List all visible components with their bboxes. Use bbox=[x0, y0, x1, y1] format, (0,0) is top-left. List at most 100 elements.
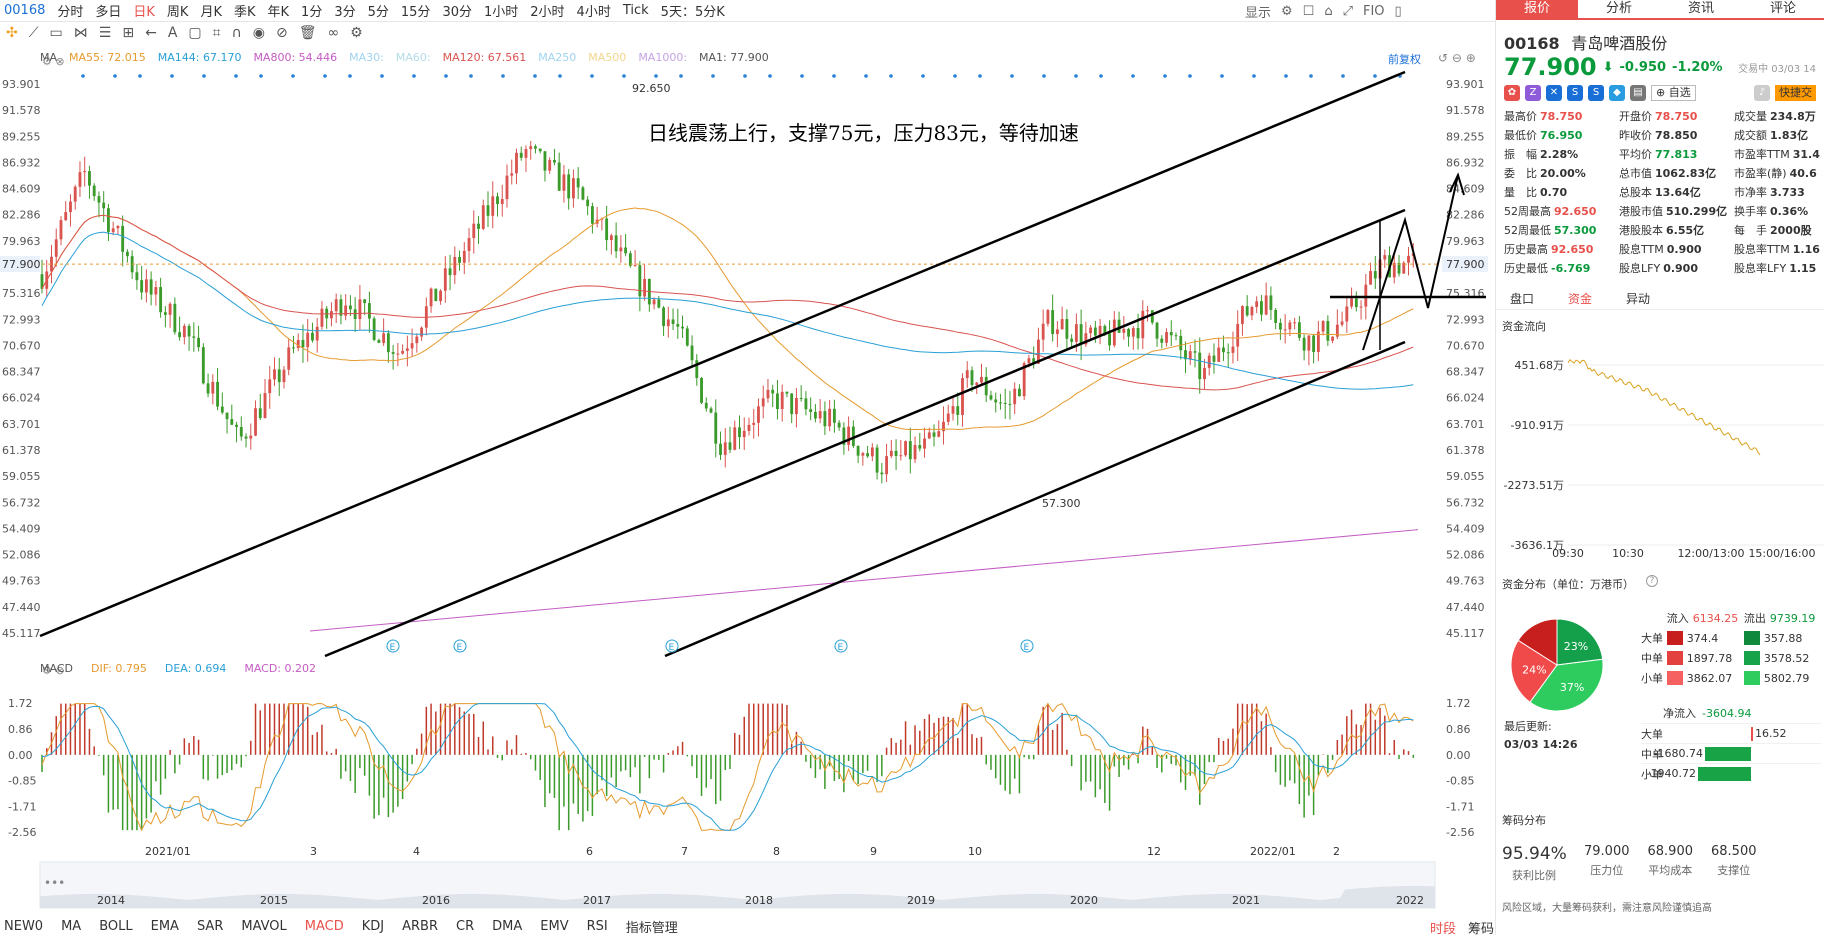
ma-legend: MA MA55: 72.015 MA144: 67.170 MA800: 54.446… bbox=[40, 51, 769, 67]
cross-icon[interactable]: ✕ bbox=[1546, 85, 1562, 101]
period-4[interactable]: 月K bbox=[200, 1, 222, 20]
tag-icon[interactable]: ◆ bbox=[1609, 85, 1625, 101]
event-marker[interactable]: E bbox=[453, 639, 467, 653]
candle-body bbox=[961, 378, 964, 415]
stat-label: 52周最低 bbox=[1504, 224, 1551, 237]
indicator-1[interactable]: MA bbox=[61, 919, 81, 934]
indicator-8[interactable]: ARBR bbox=[402, 919, 438, 934]
tab-news[interactable]: 资讯 bbox=[1660, 0, 1742, 18]
indicator-13[interactable]: 指标管理 bbox=[626, 917, 678, 936]
event-marker[interactable]: E bbox=[1020, 639, 1034, 653]
period-16[interactable]: 5天：5分K bbox=[661, 1, 725, 20]
candle-body bbox=[633, 265, 637, 267]
camera-icon[interactable]: ⌂ bbox=[1324, 4, 1332, 19]
stat-label: 换手率 bbox=[1734, 205, 1767, 218]
gear-icon[interactable]: ⚙ bbox=[350, 25, 363, 41]
ruler-icon[interactable]: ⌗ bbox=[213, 25, 221, 41]
fio-label[interactable]: FIO bbox=[1363, 4, 1385, 19]
quick-trade-button[interactable]: 快捷交 bbox=[1775, 85, 1816, 101]
y-tick-left-21: 45.117 bbox=[2, 627, 41, 640]
s-icon[interactable]: S bbox=[1567, 85, 1583, 101]
period-11[interactable]: 30分 bbox=[442, 1, 472, 20]
lock-icon[interactable]: ⊘ bbox=[276, 25, 288, 41]
indicator-3[interactable]: EMA bbox=[151, 919, 179, 934]
period-6[interactable]: 年K bbox=[268, 1, 290, 20]
period-12[interactable]: 1小时 bbox=[484, 1, 518, 20]
indicator-9[interactable]: CR bbox=[456, 919, 474, 934]
indicator-4[interactable]: SAR bbox=[197, 919, 223, 934]
overview-menu-icon[interactable]: ••• bbox=[44, 876, 65, 890]
capital-dist-table: 流入 6134.25 流出 9739.19 大单 374.4 357.88 中单 1897.78… bbox=[1641, 608, 1821, 688]
hk-icon[interactable]: S bbox=[1588, 85, 1604, 101]
chip-label: 获利比例 bbox=[1512, 869, 1556, 882]
display-menu[interactable]: 显示 bbox=[1245, 2, 1271, 21]
tab-capital[interactable]: 资金 bbox=[1568, 288, 1592, 309]
period-13[interactable]: 2小时 bbox=[530, 1, 564, 20]
channel-tool-icon[interactable]: ☰ bbox=[99, 25, 112, 41]
tab-order-book[interactable]: 盘口 bbox=[1510, 288, 1534, 309]
zoom-controls[interactable]: ↺ ⊖ ⊕ bbox=[1438, 51, 1476, 65]
period-15[interactable]: Tick bbox=[623, 3, 649, 18]
candle-body bbox=[614, 235, 618, 252]
fork-tool-icon[interactable]: ⋈ bbox=[74, 25, 88, 41]
period-1[interactable]: 多日 bbox=[95, 1, 121, 20]
add-watchlist-button[interactable]: ⊕ 自选 bbox=[1651, 85, 1696, 101]
indicator-10[interactable]: DMA bbox=[492, 919, 522, 934]
tab-anomaly[interactable]: 异动 bbox=[1626, 288, 1650, 309]
indicator-0[interactable]: NEW0 bbox=[4, 919, 43, 934]
indicator-12[interactable]: RSI bbox=[587, 919, 608, 934]
indicator-5[interactable]: MAVOL bbox=[241, 919, 286, 934]
bell-icon[interactable]: ♪ bbox=[1754, 85, 1770, 101]
help-icon[interactable]: ? bbox=[1646, 575, 1658, 587]
arrow-left-icon[interactable]: ← bbox=[145, 25, 157, 41]
kline-chart[interactable]: 93.901 93.901 91.578 91.578 89.255 89.255 86.9… bbox=[0, 44, 1495, 918]
level2-icon[interactable]: Z bbox=[1525, 85, 1541, 101]
tab-quote[interactable]: 报价 bbox=[1496, 0, 1578, 18]
period-3[interactable]: 周K bbox=[167, 1, 189, 20]
hk-flag-icon[interactable]: ✿ bbox=[1504, 85, 1520, 101]
measure-tool-icon[interactable]: ⊞ bbox=[122, 25, 134, 41]
capital-dist-title: 资金分布（单位：万港币） bbox=[1502, 578, 1634, 591]
period-0[interactable]: 分时 bbox=[57, 1, 83, 20]
indicator-2[interactable]: BOLL bbox=[99, 919, 132, 934]
indicator-7[interactable]: KDJ bbox=[362, 919, 384, 934]
period-5[interactable]: 季K bbox=[234, 1, 256, 20]
period-10[interactable]: 15分 bbox=[401, 1, 431, 20]
period-2[interactable]: 日K bbox=[133, 1, 155, 20]
candle-body bbox=[666, 319, 670, 327]
period-8[interactable]: 3分 bbox=[334, 1, 355, 20]
tab-analysis[interactable]: 分析 bbox=[1578, 0, 1660, 18]
event-marker[interactable]: E bbox=[834, 639, 848, 653]
event-marker[interactable]: E bbox=[386, 639, 400, 653]
stock-code-tab[interactable]: 00168 bbox=[4, 3, 45, 18]
window-icon[interactable]: ☐ bbox=[1303, 4, 1315, 19]
trash-icon[interactable]: 🗑 bbox=[299, 25, 317, 41]
line-tool-icon[interactable]: ⟋ bbox=[29, 25, 39, 41]
layout-icon[interactable]: ▯ bbox=[1395, 4, 1402, 19]
eye-icon[interactable]: ◉ bbox=[253, 25, 265, 41]
period-14[interactable]: 4小时 bbox=[577, 1, 611, 20]
candle-body bbox=[1321, 321, 1325, 332]
crosshair-icon[interactable]: ✣ bbox=[6, 25, 18, 41]
period-9[interactable]: 5分 bbox=[368, 1, 389, 20]
settings-icon[interactable]: ⚙ bbox=[1281, 4, 1293, 19]
tab-comments[interactable]: 评论 bbox=[1742, 0, 1824, 18]
event-dot bbox=[81, 74, 85, 78]
magnet-icon[interactable]: ∩ bbox=[232, 25, 242, 41]
fuquan-toggle[interactable]: 前复权 bbox=[1388, 51, 1421, 67]
rect-tool-icon[interactable]: ▭ bbox=[50, 25, 63, 41]
expand-icon[interactable]: ⤢ bbox=[1343, 4, 1353, 19]
comment-tool-icon[interactable]: ▢ bbox=[188, 25, 201, 41]
link-icon[interactable]: ∞ bbox=[328, 25, 340, 41]
price-label-right: 77.900 bbox=[1446, 258, 1485, 271]
indicator-11[interactable]: EMV bbox=[540, 919, 568, 934]
chip-tab[interactable]: 筹码 bbox=[1468, 918, 1494, 937]
note-icon[interactable]: ▤ bbox=[1630, 85, 1646, 101]
period-7[interactable]: 1分 bbox=[301, 1, 322, 20]
event-dot bbox=[259, 74, 263, 78]
indicator-6[interactable]: MACD bbox=[305, 919, 344, 934]
candle-body bbox=[1226, 352, 1230, 354]
period-tab[interactable]: 时段 bbox=[1430, 918, 1456, 937]
text-tool-icon[interactable]: A bbox=[168, 25, 178, 41]
net-size: 大单 bbox=[1641, 727, 1663, 741]
